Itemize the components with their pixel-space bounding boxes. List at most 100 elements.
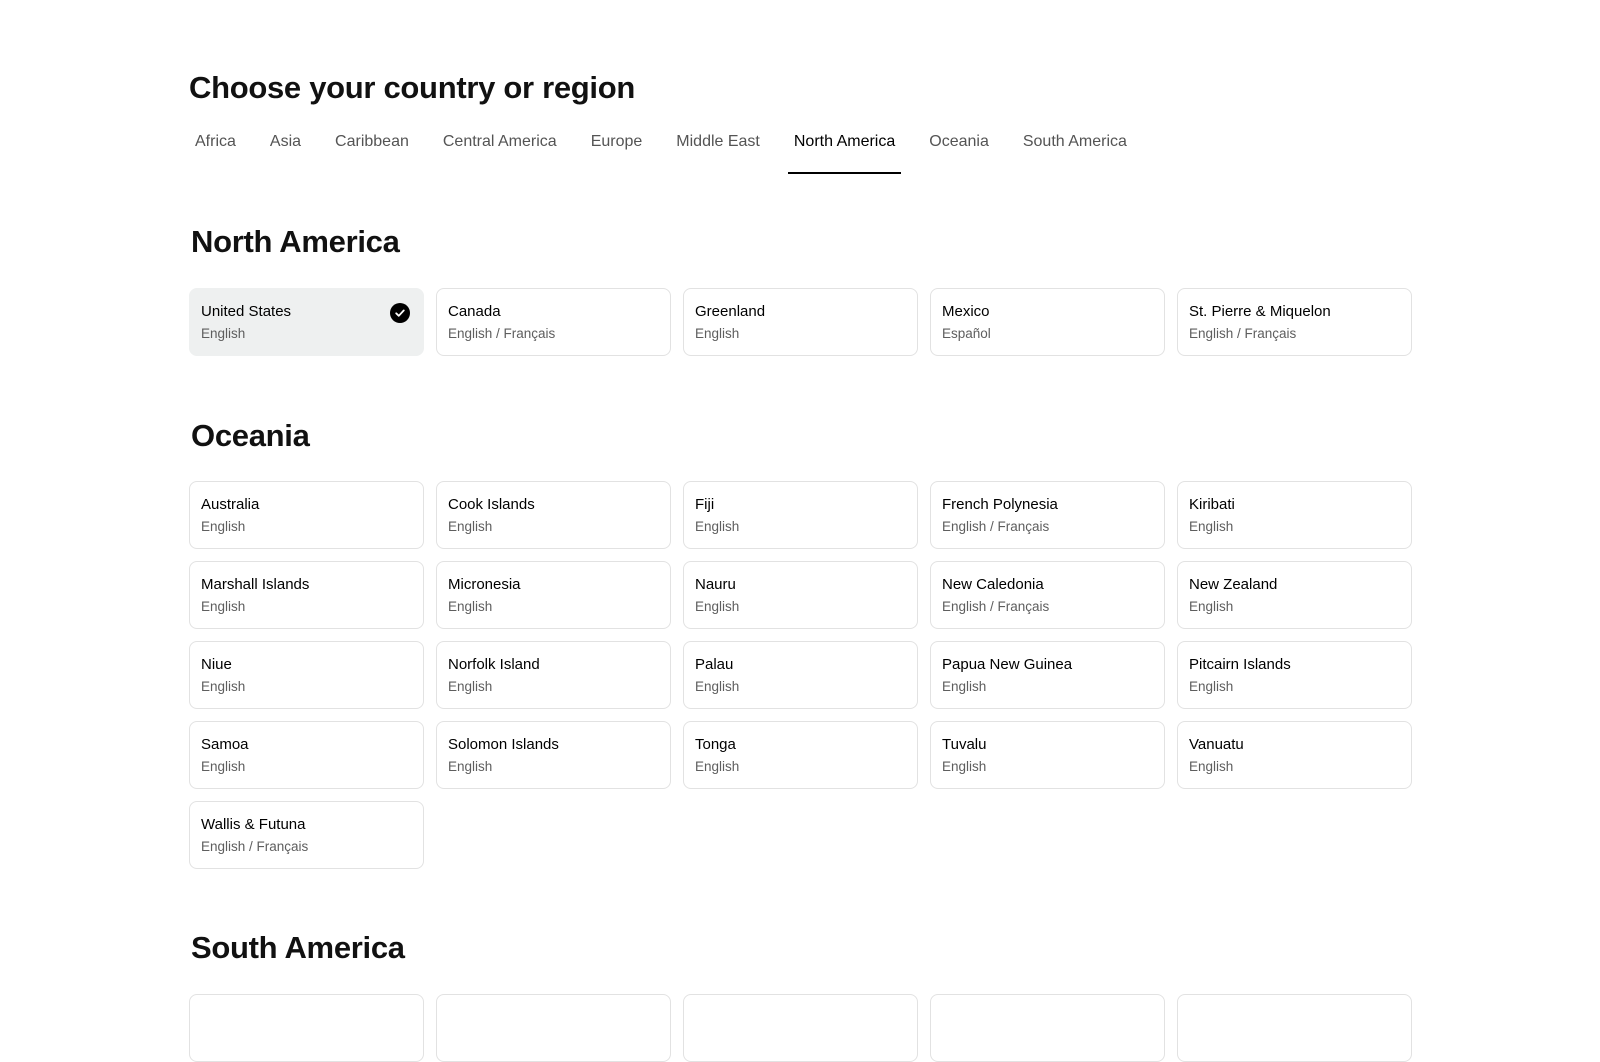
country-name: Samoa (201, 736, 249, 753)
country-name: Marshall Islands (201, 576, 310, 593)
country-card-french-polynesia[interactable]: French Polynesia English / Français (930, 481, 1165, 549)
country-card-kiribati[interactable]: Kiribati English (1177, 481, 1412, 549)
country-language: English (1189, 599, 1234, 614)
country-name: Nauru (695, 576, 736, 593)
country-card-united-states[interactable]: United States English (189, 288, 424, 356)
country-name: Tonga (695, 736, 736, 753)
tab-oceania[interactable]: Oceania (923, 126, 995, 174)
country-card-micronesia[interactable]: Micronesia English (436, 561, 671, 629)
country-language: English (448, 679, 493, 694)
country-card[interactable] (930, 994, 1165, 1062)
country-language: English (695, 599, 740, 614)
country-language: English (1189, 679, 1234, 694)
country-card-samoa[interactable]: Samoa English (189, 721, 424, 789)
country-language: English (448, 759, 493, 774)
country-card[interactable] (189, 994, 424, 1062)
country-name: French Polynesia (942, 496, 1058, 513)
country-name: United States (201, 303, 292, 320)
country-language: English / Français (942, 519, 1050, 534)
tab-asia[interactable]: Asia (264, 126, 307, 174)
country-name: New Zealand (1189, 576, 1278, 593)
country-name: Greenland (695, 303, 766, 320)
country-name: Australia (201, 496, 260, 513)
country-card-tonga[interactable]: Tonga English (683, 721, 918, 789)
country-card-mexico[interactable]: Mexico Español (930, 288, 1165, 356)
country-language: English (201, 326, 246, 341)
country-card-palau[interactable]: Palau English (683, 641, 918, 709)
tab-north-america[interactable]: North America (787, 126, 902, 174)
country-card-solomon-islands[interactable]: Solomon Islands English (436, 721, 671, 789)
country-grid-oceania: Australia English Cook Islands English F… (189, 481, 1412, 869)
country-card-papua-new-guinea[interactable]: Papua New Guinea English (930, 641, 1165, 709)
country-language: Español (942, 326, 991, 341)
country-name: Solomon Islands (448, 736, 559, 753)
section-title-north-america: North America (191, 224, 400, 259)
tab-europe[interactable]: Europe (585, 126, 649, 174)
region-tabs: Africa Asia Caribbean Central America Eu… (189, 126, 1155, 176)
country-name: St. Pierre & Miquelon (1189, 303, 1331, 320)
country-name: Papua New Guinea (942, 656, 1073, 673)
country-language: English (942, 759, 987, 774)
page-title: Choose your country or region (189, 70, 636, 105)
country-name: Pitcairn Islands (1189, 656, 1291, 673)
country-name: New Caledonia (942, 576, 1044, 593)
country-language: English (695, 519, 740, 534)
country-grid-north-america: United States English Canada English / F… (189, 288, 1412, 356)
country-language: English (695, 759, 740, 774)
country-name: Wallis & Futuna (201, 816, 306, 833)
section-title-oceania: Oceania (191, 418, 310, 453)
check-circle-icon (390, 303, 410, 323)
country-grid-south-america (189, 994, 1412, 1062)
country-card-new-caledonia[interactable]: New Caledonia English / Français (930, 561, 1165, 629)
country-language: English (448, 599, 493, 614)
country-card-fiji[interactable]: Fiji English (683, 481, 918, 549)
country-language: English / Français (1189, 326, 1297, 341)
country-name: Canada (448, 303, 501, 320)
tab-caribbean[interactable]: Caribbean (329, 126, 415, 174)
country-card-st-pierre-miquelon[interactable]: St. Pierre & Miquelon English / Français (1177, 288, 1412, 356)
section-title-south-america: South America (191, 930, 405, 965)
country-card[interactable] (683, 994, 918, 1062)
country-language: English / Français (942, 599, 1050, 614)
country-card-wallis-futuna[interactable]: Wallis & Futuna English / Français (189, 801, 424, 869)
country-card-canada[interactable]: Canada English / Français (436, 288, 671, 356)
country-language: English (1189, 759, 1234, 774)
country-card-marshall-islands[interactable]: Marshall Islands English (189, 561, 424, 629)
country-card-greenland[interactable]: Greenland English (683, 288, 918, 356)
tab-central-america[interactable]: Central America (437, 126, 563, 174)
country-card-norfolk-island[interactable]: Norfolk Island English (436, 641, 671, 709)
country-card[interactable] (436, 994, 671, 1062)
country-language: English (201, 759, 246, 774)
country-card-pitcairn-islands[interactable]: Pitcairn Islands English (1177, 641, 1412, 709)
country-card[interactable] (1177, 994, 1412, 1062)
country-language: English / Français (448, 326, 556, 341)
tab-middle-east[interactable]: Middle East (670, 126, 766, 174)
country-language: English (201, 679, 246, 694)
country-language: English (695, 679, 740, 694)
country-card-tuvalu[interactable]: Tuvalu English (930, 721, 1165, 789)
country-card-australia[interactable]: Australia English (189, 481, 424, 549)
country-language: English (1189, 519, 1234, 534)
country-card-niue[interactable]: Niue English (189, 641, 424, 709)
tab-africa[interactable]: Africa (189, 126, 242, 174)
country-language: English (942, 679, 987, 694)
country-language: English (201, 519, 246, 534)
country-card-nauru[interactable]: Nauru English (683, 561, 918, 629)
country-name: Vanuatu (1189, 736, 1244, 753)
country-card-new-zealand[interactable]: New Zealand English (1177, 561, 1412, 629)
country-name: Micronesia (448, 576, 521, 593)
country-card-cook-islands[interactable]: Cook Islands English (436, 481, 671, 549)
country-name: Kiribati (1189, 496, 1235, 513)
country-name: Fiji (695, 496, 715, 513)
country-name: Palau (695, 656, 734, 673)
country-language: English (448, 519, 493, 534)
country-card-vanuatu[interactable]: Vanuatu English (1177, 721, 1412, 789)
country-name: Cook Islands (448, 496, 535, 513)
country-name: Tuvalu (942, 736, 987, 753)
country-language: English (695, 326, 740, 341)
country-name: Mexico (942, 303, 990, 320)
tab-south-america[interactable]: South America (1017, 126, 1133, 174)
country-language: English (201, 599, 246, 614)
country-language: English / Français (201, 839, 309, 854)
country-name: Norfolk Island (448, 656, 540, 673)
